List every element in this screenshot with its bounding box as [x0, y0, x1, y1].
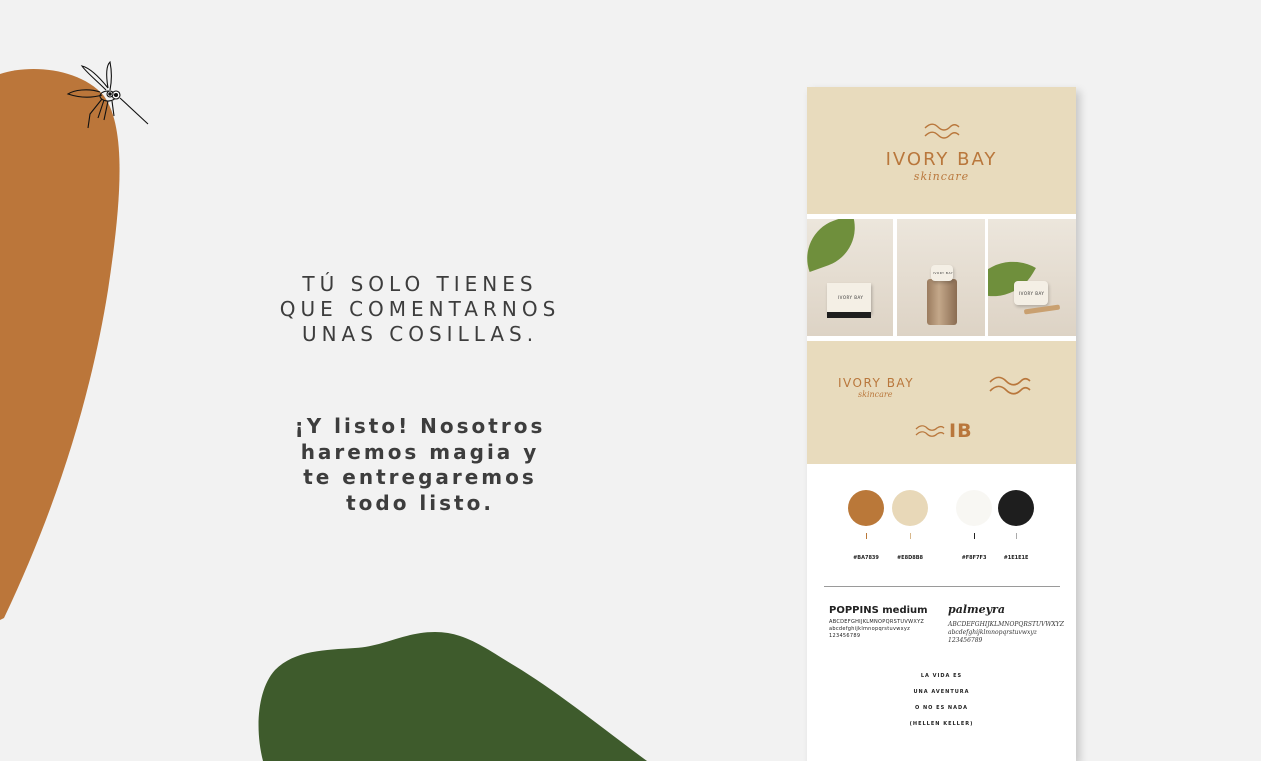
- color-swatch: [956, 490, 992, 526]
- hex-code: #BA7839: [853, 555, 879, 561]
- wood-stump: [927, 279, 957, 325]
- wave-logo-icon: [915, 425, 945, 437]
- quote-line: LA VIDA ES: [920, 673, 963, 679]
- logo-variations-block: [807, 341, 1076, 464]
- product-jar-label: IVORY BAY: [1019, 291, 1045, 296]
- mosquito-icon: [66, 60, 149, 129]
- brand-board: IVORY BAY skincare IVORY BAY IVORY BAY I…: [807, 87, 1076, 761]
- secondary-font-name: palmeyra: [948, 603, 1005, 616]
- subtext-line: ¡Y listo! Nosotros: [294, 414, 546, 438]
- primary-font-name: POPPINS medium: [829, 605, 928, 616]
- wave-logo-icon: [924, 123, 960, 139]
- wave-logo-icon: [989, 376, 1031, 395]
- hex-code: #E8D8B8: [896, 555, 923, 561]
- primary-font-lower: abcdefghijklmnopqrstuvwxyz: [829, 626, 911, 632]
- product-photo-stump: IVORY BAY: [897, 219, 985, 336]
- monogram: IB: [949, 420, 973, 442]
- product-photo-jar: IVORY BAY: [988, 219, 1076, 336]
- swatch-tick: [974, 533, 975, 539]
- brand-tagline: skincare: [913, 170, 970, 183]
- wooden-stick: [1023, 304, 1061, 315]
- product-box-base: [827, 312, 871, 318]
- subtext-line: haremos magia y: [300, 439, 540, 464]
- green-blob-shape: [258, 632, 647, 761]
- primary-font-upper: ABCDEFGHIJKLMNOPQRSTUVWXYZ: [829, 619, 925, 625]
- color-swatch: [848, 490, 884, 526]
- product-box-label: IVORY BAY: [838, 295, 864, 300]
- color-swatch: [892, 490, 928, 526]
- product-photo-box: IVORY BAY: [807, 219, 893, 336]
- brand-name: IVORY BAY: [885, 149, 998, 170]
- swatch-tick: [910, 533, 911, 539]
- headline-line: TÚ SOLO TIENES: [302, 272, 538, 296]
- headline-line: QUE COMENTARNOS: [279, 297, 561, 321]
- logo-block: IVORY BAY skincare: [807, 87, 1076, 214]
- quote-line: O NO ES NADA: [915, 705, 968, 711]
- divider: [824, 586, 1060, 587]
- quote-line: UNA AVENTURA: [913, 689, 970, 695]
- secondary-font-upper: ABCDEFGHIJKLMNOPQRSTUVWXYZ: [948, 621, 1064, 628]
- headline: TÚ SOLO TIENES QUE COMENTARNOS UNAS COSI…: [200, 272, 640, 347]
- subtext-line: todo listo.: [346, 490, 494, 515]
- swatch-tick: [1016, 533, 1017, 539]
- green-blob-path: [258, 632, 647, 761]
- primary-font-digits: 123456789: [829, 633, 861, 639]
- orange-blob-path: [0, 69, 120, 621]
- secondary-font-digits: 123456789: [948, 637, 983, 644]
- swatch-tick: [866, 533, 867, 539]
- brand-tagline-secondary: skincare: [858, 390, 893, 399]
- color-swatch: [998, 490, 1034, 526]
- orange-blob-shape: [0, 69, 120, 621]
- product-jar-label: IVORY BAY: [933, 271, 954, 275]
- secondary-font-lower: abcdefghijklmnopqrstuvwxyz: [948, 629, 1037, 636]
- hex-code: #1E1E1E: [1003, 555, 1029, 561]
- leaf-shape: [807, 219, 867, 273]
- hex-code: #F8F7F3: [961, 555, 987, 561]
- subtext: ¡Y listo! Nosotros haremos magia y te en…: [200, 414, 640, 516]
- brand-name-secondary: IVORY BAY: [838, 376, 915, 390]
- quote-line: (HELLEN KELLER): [909, 721, 974, 727]
- headline-line: UNAS COSILLAS.: [301, 322, 539, 346]
- subtext-line: te entregaremos: [303, 465, 537, 489]
